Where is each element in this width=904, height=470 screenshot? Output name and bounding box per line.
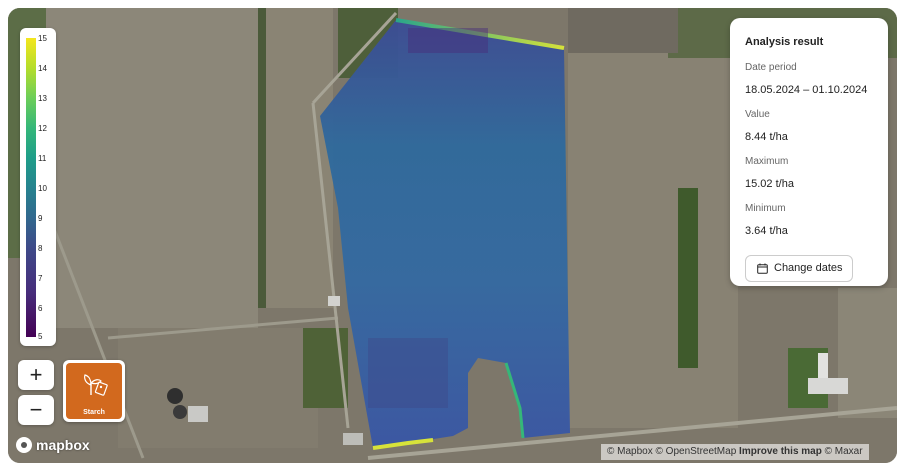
building xyxy=(343,433,363,445)
layer-starch-button[interactable]: Starch xyxy=(63,360,125,422)
building xyxy=(808,378,848,394)
field-low-patch xyxy=(368,338,448,408)
mapbox-logo-text: mapbox xyxy=(36,437,90,453)
legend-gradient-bar xyxy=(26,38,36,337)
legend-tick: 6 xyxy=(38,304,43,313)
field-parcel xyxy=(568,8,678,53)
change-dates-button[interactable]: Change dates xyxy=(745,255,853,282)
building xyxy=(328,296,340,306)
legend-tick: 5 xyxy=(38,332,43,341)
date-period-value: 18.05.2024 – 01.10.2024 xyxy=(745,84,868,96)
map-attribution: © Mapbox © OpenStreetMap Improve this ma… xyxy=(601,444,869,460)
plant-tag-icon xyxy=(84,374,108,396)
improve-map-link[interactable]: Improve this map xyxy=(739,446,822,457)
minimum-value: 3.64 t/ha xyxy=(745,225,788,237)
tree-line xyxy=(258,8,266,308)
field-parcel xyxy=(38,8,258,328)
legend-tick: 7 xyxy=(38,274,43,283)
field-parcel xyxy=(258,8,333,308)
building xyxy=(818,353,828,378)
field-low-patch xyxy=(408,28,488,53)
attribution-osm-link[interactable]: © OpenStreetMap xyxy=(656,446,737,457)
analysis-result-panel: Analysis result Date period 18.05.2024 –… xyxy=(730,18,888,286)
change-dates-label: Change dates xyxy=(774,262,843,274)
field-parcel xyxy=(118,328,318,448)
minimum-label: Minimum xyxy=(745,203,786,214)
color-legend: 15 14 13 12 11 10 9 8 7 6 5 xyxy=(20,28,56,346)
calendar-icon xyxy=(757,263,768,274)
legend-tick: 14 xyxy=(38,64,47,73)
layer-label: Starch xyxy=(83,409,105,416)
field-parcel xyxy=(568,48,738,428)
date-period-label: Date period xyxy=(745,62,797,73)
legend-tick: 8 xyxy=(38,244,43,253)
attribution-maxar-link[interactable]: © Maxar xyxy=(825,446,863,457)
panel-title: Analysis result xyxy=(745,36,824,48)
legend-tick: 12 xyxy=(38,124,47,133)
legend-tick: 9 xyxy=(38,214,43,223)
map-frame[interactable]: 15 14 13 12 11 10 9 8 7 6 5 + − Starch A… xyxy=(8,8,897,463)
value-value: 8.44 t/ha xyxy=(745,131,788,143)
layer-tile: Starch xyxy=(66,363,122,419)
value-label: Value xyxy=(745,109,770,120)
mapbox-logo-icon xyxy=(16,437,32,453)
tree-line xyxy=(678,188,698,368)
zoom-out-button[interactable]: − xyxy=(18,395,54,425)
attribution-mapbox-link[interactable]: © Mapbox xyxy=(607,446,653,457)
building xyxy=(188,406,208,422)
legend-tick: 10 xyxy=(38,184,47,193)
silo xyxy=(173,405,187,419)
maximum-label: Maximum xyxy=(745,156,789,167)
legend-tick: 13 xyxy=(38,94,47,103)
zoom-in-button[interactable]: + xyxy=(18,360,54,390)
maximum-value: 15.02 t/ha xyxy=(745,178,794,190)
silo xyxy=(167,388,183,404)
legend-tick: 11 xyxy=(38,154,47,163)
field-parcel xyxy=(838,288,897,418)
legend-tick: 15 xyxy=(38,34,47,43)
